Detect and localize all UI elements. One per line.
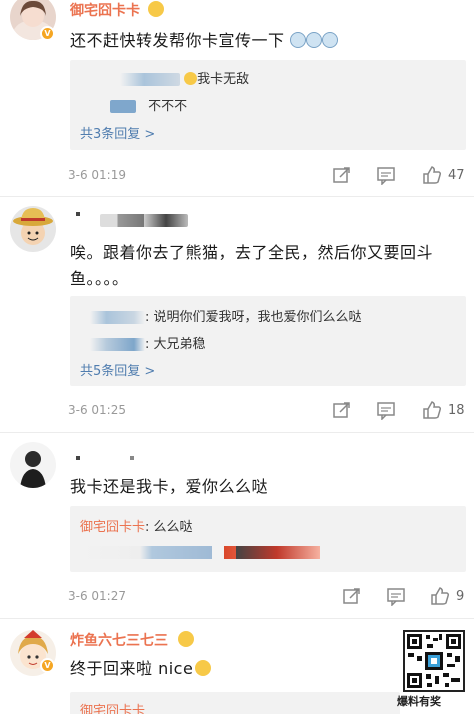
blurred-name xyxy=(120,73,180,86)
comment-footer: 3-6 01:27 9 xyxy=(68,586,466,608)
blurred-name xyxy=(90,338,145,351)
share-icon[interactable] xyxy=(332,165,352,185)
comment-text: 我卡还是我卡，爱你么么哒 xyxy=(70,477,269,496)
qr-code xyxy=(403,630,465,692)
reply-box: 我卡无敌 不不不 共3条回复 > xyxy=(70,60,466,150)
vip-badge-icon: V xyxy=(40,26,55,41)
divider xyxy=(0,432,474,433)
username-tick xyxy=(130,456,134,460)
like-icon[interactable] xyxy=(422,165,442,185)
blurred-username xyxy=(100,214,188,227)
watermark: 爆料有奖 xyxy=(397,695,441,708)
blurred-reply xyxy=(80,546,320,559)
like-icon[interactable] xyxy=(422,400,442,420)
avatar[interactable] xyxy=(10,442,56,488)
comment-icon[interactable] xyxy=(376,400,396,420)
comment-username[interactable]: 炸鱼六七三七三 xyxy=(70,630,168,650)
username-tick xyxy=(76,212,80,216)
comment-text: 还不赶快转发帮你卡宣传一下 xyxy=(70,28,460,54)
more-replies-link[interactable]: 共3条回复 > xyxy=(80,123,155,142)
comment-footer: 3-6 01:25 18 xyxy=(68,400,466,422)
reply-box: 御宅囧卡卡 xyxy=(70,692,400,714)
comment-icon[interactable] xyxy=(376,165,396,185)
reply-line[interactable]: : 大兄弟稳 xyxy=(90,333,206,352)
comment-text: 终于回来啦 nice xyxy=(70,656,460,682)
emoji-icon xyxy=(306,32,323,48)
timestamp: 3-6 01:19 xyxy=(68,168,126,182)
emoji-icon xyxy=(184,72,198,85)
like-count: 47 xyxy=(448,168,465,183)
reply-box: 御宅囧卡卡: 么么哒 xyxy=(70,506,466,572)
emoji-icon xyxy=(322,32,339,48)
comment-text: 唉。跟着你去了熊猫，去了全民，然后你又要回斗 鱼。。。。 xyxy=(70,243,434,288)
emoji-icon xyxy=(148,1,164,17)
reply-line[interactable]: : 说明你们爱我呀，我也爱你们么么哒 xyxy=(90,306,362,325)
like-count: 18 xyxy=(448,403,465,418)
blurred-name xyxy=(110,100,136,113)
reply-line[interactable]: 不不不 xyxy=(110,95,187,114)
emoji-icon xyxy=(178,631,194,647)
emoji-icon xyxy=(195,660,212,676)
divider xyxy=(0,618,474,619)
comment-username[interactable]: 御宅囧卡卡 xyxy=(70,0,140,20)
reply-box: : 说明你们爱我呀，我也爱你们么么哒 : 大兄弟稳 共5条回复 > xyxy=(70,296,466,386)
blurred-name xyxy=(90,311,145,324)
avatar[interactable] xyxy=(10,206,56,252)
timestamp: 3-6 01:25 xyxy=(68,403,126,417)
reply-line[interactable]: 我卡无敌 xyxy=(120,68,249,87)
reply-line[interactable]: 御宅囧卡卡 xyxy=(80,700,145,714)
divider xyxy=(0,196,474,197)
reply-line[interactable]: 御宅囧卡卡: 么么哒 xyxy=(80,516,193,535)
share-icon[interactable] xyxy=(332,400,352,420)
emoji-icon xyxy=(290,32,307,48)
timestamp: 3-6 01:27 xyxy=(68,589,126,603)
share-icon[interactable] xyxy=(342,586,362,606)
vip-badge-icon: V xyxy=(40,658,55,673)
more-replies-link[interactable]: 共5条回复 > xyxy=(80,360,155,379)
comment-footer: 3-6 01:19 47 xyxy=(68,165,466,187)
like-icon[interactable] xyxy=(430,586,450,606)
username-tick xyxy=(76,456,80,460)
like-count: 9 xyxy=(456,589,465,604)
comment-icon[interactable] xyxy=(386,586,406,606)
